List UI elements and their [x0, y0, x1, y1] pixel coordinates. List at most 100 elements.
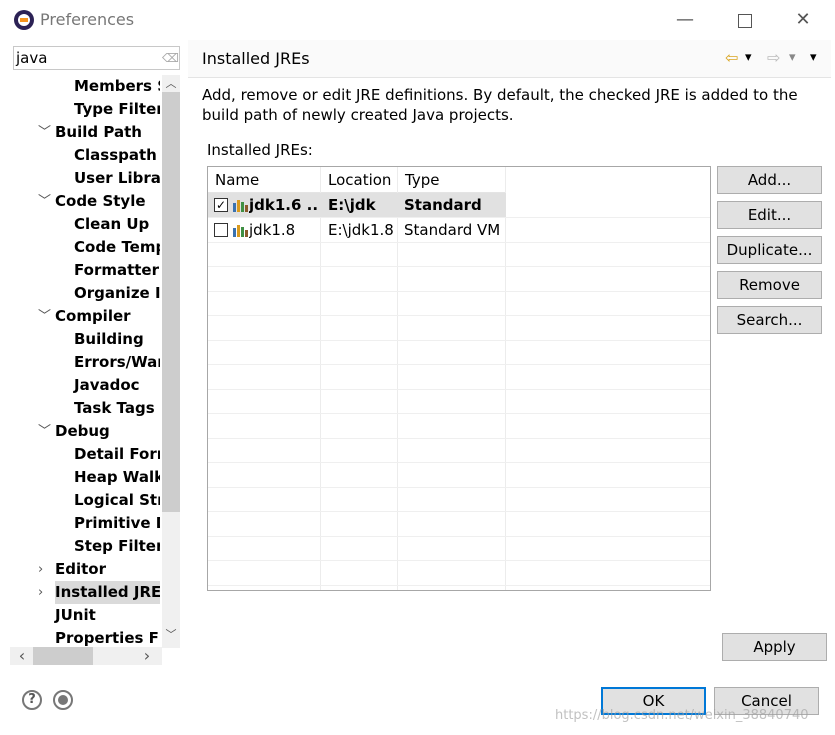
scroll-down-icon[interactable]: ﹀ [162, 626, 180, 643]
tree-item-label: Build Path [55, 123, 142, 141]
tree-item[interactable]: Organize In [74, 282, 160, 305]
tree-item[interactable]: › Installed JREs [38, 581, 160, 604]
edit-button[interactable]: Edit... [717, 201, 822, 229]
row-divider [208, 536, 710, 537]
default-jre-checkbox[interactable]: ✓ [214, 198, 228, 212]
clear-filter-icon[interactable]: ⌫ [162, 51, 179, 65]
tree-item[interactable]: Building [74, 328, 144, 351]
expand-toggle-icon[interactable]: ﹀ [38, 121, 51, 144]
filter-value: java [16, 49, 48, 67]
filter-input[interactable]: java ⌫ [13, 46, 180, 70]
page-description: Add, remove or edit JRE definitions. By … [202, 86, 798, 124]
jre-library-icon [233, 198, 248, 212]
tree-item[interactable]: Properties File [55, 627, 160, 648]
scroll-left-icon[interactable]: ‹ [13, 647, 31, 664]
title-bar: Preferences — ✕ [0, 0, 835, 40]
watermark: https://blog.csdn.net/weixin_38840740 [555, 708, 809, 723]
row-divider [208, 266, 710, 267]
tree-item-label: Compiler [55, 307, 131, 325]
row-divider [208, 560, 710, 561]
jre-table: Name Location Type ✓ jdk1.6 ... E:\jdk S… [207, 166, 711, 591]
forward-arrow-icon[interactable]: ⇨ [767, 48, 780, 68]
jre-library-icon [233, 223, 248, 237]
tree-item[interactable]: ﹀ Code Style [38, 190, 146, 213]
tree-item[interactable]: User Librari [74, 167, 160, 190]
tree-item[interactable]: Formatter [74, 259, 159, 282]
tree-item[interactable]: › Editor [38, 558, 106, 581]
column-header-location[interactable]: Location [321, 167, 398, 193]
jre-location: E:\jdk [328, 196, 376, 214]
tree-item[interactable]: Primitive D [74, 512, 160, 535]
table-row[interactable]: ✓ jdk1.6 ... E:\jdk Standard [208, 193, 506, 217]
row-divider [208, 585, 710, 586]
tree-item-label: Organize In [74, 284, 160, 302]
jre-name: jdk1.8 [249, 221, 296, 239]
tree-item[interactable]: Code Temp [74, 236, 160, 259]
table-row[interactable]: jdk1.8 E:\jdk1.8 Standard VM [208, 218, 506, 242]
default-jre-checkbox[interactable] [214, 223, 228, 237]
tree-item[interactable]: Javadoc [74, 374, 140, 397]
scroll-right-icon[interactable]: › [138, 647, 156, 664]
search-button[interactable]: Search... [717, 306, 822, 334]
tree-item-label: Heap Walk [74, 468, 160, 486]
tree-item[interactable]: ﹀ Compiler [38, 305, 131, 328]
forward-dropdown-icon[interactable]: ▾ [789, 48, 796, 68]
remove-button[interactable]: Remove [717, 271, 822, 299]
view-menu-icon[interactable]: ▾ [810, 48, 817, 68]
tree-item[interactable]: Members S [74, 75, 160, 98]
tree-item-label: Classpath V [74, 146, 160, 164]
jre-type: Standard [404, 196, 482, 214]
row-divider [208, 389, 710, 390]
eclipse-icon [14, 10, 34, 30]
tree-item-label: Clean Up [74, 215, 150, 233]
installed-jres-label: Installed JREs: [207, 141, 313, 159]
minimize-button[interactable]: — [667, 6, 703, 34]
tree-item-label: JUnit [55, 606, 96, 624]
column-header-name[interactable]: Name [208, 167, 321, 193]
tree-item[interactable]: JUnit [55, 604, 96, 627]
tree-item[interactable]: Type Filters [74, 98, 160, 121]
window-title: Preferences [40, 10, 135, 29]
expand-toggle-icon[interactable]: › [38, 581, 43, 604]
duplicate-button[interactable]: Duplicate... [717, 236, 822, 264]
vertical-scroll-thumb[interactable] [162, 92, 180, 512]
row-divider [208, 340, 710, 341]
jre-type: Standard VM [404, 221, 501, 239]
back-dropdown-icon[interactable]: ▾ [745, 48, 752, 68]
tree-item[interactable]: Errors/War [74, 351, 160, 374]
tree-item[interactable]: ﹀ Debug [38, 420, 110, 443]
apply-button[interactable]: Apply [722, 633, 827, 661]
page-header: Installed JREs ⇦ ▾ ⇨ ▾ ▾ [188, 40, 831, 78]
tree-item-label: Members S [74, 77, 160, 95]
tree-item[interactable]: Task Tags [74, 397, 155, 420]
tree-item[interactable]: ﹀ Build Path [38, 121, 142, 144]
row-divider [208, 413, 710, 414]
tree-item[interactable]: Clean Up [74, 213, 149, 236]
tree-item-label: Code Temp [74, 238, 160, 256]
preference-page: Installed JREs ⇦ ▾ ⇨ ▾ ▾ Add, remove or … [188, 40, 835, 665]
tree-item-label: Formatter [74, 261, 160, 279]
tree-item[interactable]: Logical Stru [74, 489, 160, 512]
expand-toggle-icon[interactable]: › [38, 558, 43, 581]
scroll-up-icon[interactable]: ︿ [162, 75, 180, 92]
row-divider [208, 291, 710, 292]
expand-toggle-icon[interactable]: ﹀ [38, 190, 51, 213]
horizontal-scroll-thumb[interactable] [33, 647, 93, 665]
tree-item[interactable]: Detail Form [74, 443, 160, 466]
expand-toggle-icon[interactable]: ﹀ [38, 305, 51, 328]
tree-item[interactable]: Heap Walk [74, 466, 160, 489]
record-icon[interactable] [53, 690, 73, 710]
column-header-type[interactable]: Type [398, 167, 506, 193]
page-title: Installed JREs [202, 49, 310, 68]
tree-item[interactable]: Classpath V [74, 144, 160, 167]
dialog-footer: ? OK Cancel [5, 665, 835, 735]
help-icon[interactable]: ? [22, 690, 42, 710]
expand-toggle-icon[interactable]: ﹀ [38, 420, 51, 443]
tree-item[interactable]: Step Filterin [74, 535, 160, 558]
add-button[interactable]: Add... [717, 166, 822, 194]
tree-item-label: User Librari [74, 169, 160, 187]
close-button[interactable]: ✕ [785, 6, 821, 34]
back-arrow-icon[interactable]: ⇦ [725, 48, 738, 68]
maximize-button[interactable] [726, 6, 762, 34]
jre-location: E:\jdk1.8 [328, 221, 394, 239]
